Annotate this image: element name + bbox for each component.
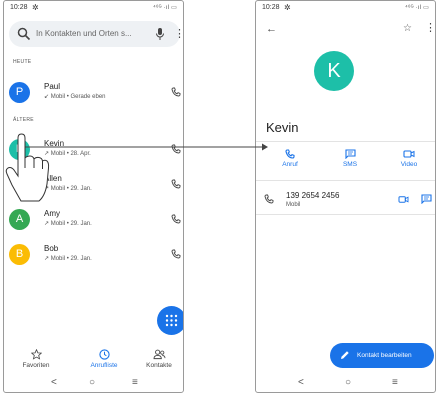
transition-arrow	[5, 133, 268, 202]
tapping-hand-icon	[5, 133, 50, 202]
